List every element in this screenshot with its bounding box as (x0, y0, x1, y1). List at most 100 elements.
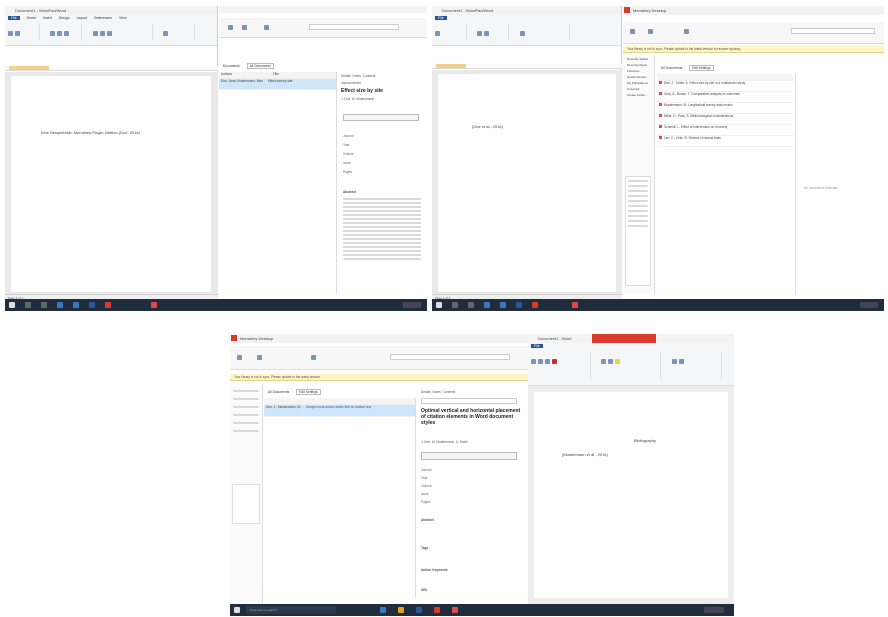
tab-edit-settings[interactable]: Edit Settings (689, 65, 714, 71)
refresh-icon[interactable] (99, 31, 105, 36)
mendeley-taskbar-icon[interactable] (532, 302, 538, 308)
tab-details[interactable]: Details (341, 74, 351, 78)
tab-edit-settings[interactable]: Edit Settings (296, 389, 321, 395)
folder-icon[interactable] (257, 355, 262, 360)
paste-icon[interactable] (8, 31, 13, 36)
tab-home[interactable]: Home (27, 16, 36, 20)
search-input[interactable] (791, 28, 875, 34)
tab-file[interactable]: File (8, 16, 20, 20)
details-title[interactable]: Optimal vertical and horizontal placemen… (421, 408, 521, 426)
add-icon[interactable] (228, 25, 233, 30)
mendeley-tabbar: All Documents Edit Settings (264, 388, 394, 396)
word-taskbar-icon[interactable] (516, 302, 522, 308)
list-item[interactable]: Lee, C.; Ortiz, R. Review of clinical tr… (657, 136, 793, 147)
taskbar-app-icon[interactable] (73, 302, 79, 308)
start-icon[interactable] (436, 302, 442, 308)
insert-citation-icon[interactable] (477, 31, 483, 36)
word-page[interactable]: (Doe et al., 2016) (438, 74, 616, 292)
sync-icon[interactable] (311, 355, 316, 360)
pdf-taskbar-icon[interactable] (452, 607, 458, 613)
list-item[interactable]: Mustermann, M. Longitudinal survey data … (657, 103, 793, 114)
styles-icon[interactable] (671, 359, 677, 364)
align-icon[interactable] (601, 359, 607, 364)
tab-contents[interactable]: Contents (363, 74, 376, 78)
details-type-select[interactable] (421, 398, 517, 404)
taskbar-app-icon[interactable] (500, 302, 506, 308)
folder-icon[interactable] (242, 25, 247, 30)
insert-citation-icon[interactable] (50, 31, 56, 36)
export-icon[interactable] (106, 31, 112, 36)
word-page[interactable]: Eine Beispielzitat: Mendeley-Plugin Zita… (11, 76, 211, 292)
bold-icon[interactable] (531, 359, 536, 364)
taskbar-app-icon[interactable] (468, 302, 474, 308)
tab-notes[interactable]: Notes (353, 74, 361, 78)
taskbar-search-input[interactable]: Type here to search (246, 606, 336, 614)
word-taskbar-icon[interactable] (416, 607, 422, 613)
search-input[interactable] (309, 24, 399, 30)
style-icon[interactable] (484, 31, 490, 36)
mendeley-icon[interactable] (519, 31, 525, 36)
tab-file[interactable]: File (531, 344, 543, 348)
sync-icon[interactable] (264, 25, 269, 30)
details-type[interactable]: Journal Article (341, 81, 425, 85)
tab-file[interactable]: File (435, 16, 447, 20)
bibliography-icon[interactable] (64, 31, 70, 36)
tab-view[interactable]: View (119, 16, 127, 20)
tab-all-documents[interactable]: All Documents (268, 390, 289, 394)
add-icon[interactable] (630, 29, 635, 34)
folder-icon[interactable] (648, 29, 653, 34)
find-icon[interactable] (678, 359, 684, 364)
mendeley-icon[interactable] (92, 31, 98, 36)
word-taskbar-icon[interactable] (89, 302, 95, 308)
header-authors[interactable]: Authors (221, 72, 232, 76)
list-item[interactable]: Doe, Jane; Mustermann, Max Effect size b… (219, 79, 336, 90)
details-authors[interactable]: J. Doe, M. Mustermann (341, 97, 425, 101)
add-icon[interactable] (237, 355, 242, 360)
mendeley-window: Mendeley Desktop Your library is not in … (623, 6, 884, 299)
sidebar-item-create-folder[interactable]: Create Folder... (623, 92, 654, 98)
sync-icon[interactable] (684, 29, 689, 34)
mendeley-taskbar-icon[interactable] (434, 607, 440, 613)
tab-documents[interactable]: Documents (223, 64, 240, 68)
tab-all-documents[interactable]: All Documents (246, 63, 274, 69)
tab-references[interactable]: References (94, 16, 112, 20)
search-input[interactable] (390, 354, 510, 360)
word-ribbon: File Home Insert Design Layout Reference… (5, 15, 217, 46)
start-icon[interactable] (9, 302, 15, 308)
footnote-icon[interactable] (163, 31, 169, 36)
style-icon[interactable] (57, 31, 63, 36)
taskbar-app-icon[interactable] (380, 607, 386, 613)
list-item[interactable]: Gray, A.; Brown, T. Comparative analysis… (657, 92, 793, 103)
tab-all-documents[interactable]: All Documents (661, 66, 682, 70)
taskbar-app-icon[interactable] (452, 302, 458, 308)
view-pdf-button[interactable] (343, 114, 419, 121)
tab-insert[interactable]: Insert (43, 16, 52, 20)
font-color-icon[interactable] (552, 359, 557, 364)
details-authors[interactable]: J. Doe, M. Mustermann, A. Smith (421, 440, 468, 444)
taskbar-app-icon[interactable] (41, 302, 47, 308)
pdf-taskbar-icon[interactable] (151, 302, 157, 308)
header-title[interactable]: Title (273, 72, 279, 76)
highlight-icon[interactable] (615, 359, 621, 364)
list-icon[interactable] (608, 359, 614, 364)
view-pdf-button[interactable] (421, 452, 517, 460)
start-icon[interactable] (234, 607, 240, 613)
list-item[interactable]: Schmidt, L. Effect of intervention on re… (657, 125, 793, 136)
taskbar-app-icon[interactable] (25, 302, 31, 308)
underline-icon[interactable] (545, 359, 550, 364)
list-item[interactable]: Doe, J.; Mustermann, M. Sample multi-aut… (264, 405, 415, 417)
tab-design[interactable]: Design (59, 16, 70, 20)
mendeley-taskbar-icon[interactable] (105, 302, 111, 308)
tab-layout[interactable]: Layout (77, 16, 88, 20)
paste-icon[interactable] (435, 31, 440, 36)
pdf-taskbar-icon[interactable] (572, 302, 578, 308)
taskbar-app-icon[interactable] (57, 302, 63, 308)
italic-icon[interactable] (538, 359, 543, 364)
list-item[interactable]: Miller, K.; Park, S. Methodological cons… (657, 114, 793, 125)
list-item[interactable]: Doe, J.; Smith, A. Effect size by site i… (657, 81, 793, 92)
word-page[interactable]: Bibliography (Mustermann et al., 2016) (534, 392, 728, 598)
cut-icon[interactable] (15, 31, 20, 36)
details-title[interactable]: Effect size by site (341, 88, 425, 94)
taskbar-app-icon[interactable] (398, 607, 404, 613)
taskbar-app-icon[interactable] (484, 302, 490, 308)
